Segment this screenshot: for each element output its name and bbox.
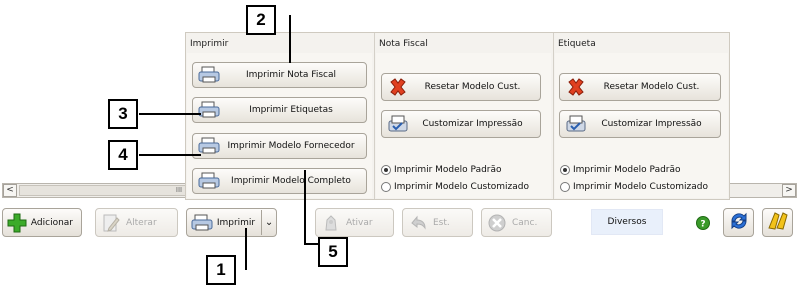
imprimir-nota-fiscal-label: Imprimir Nota Fiscal: [246, 70, 336, 80]
etiqueta-radio-padrao[interactable]: Imprimir Modelo Padrão: [560, 165, 681, 175]
customize-print-icon: [385, 113, 411, 135]
printer-icon: [196, 99, 222, 121]
undo-arrow-icon: [406, 212, 430, 234]
imprimir-modelo-completo-label: Imprimir Modelo Completo: [231, 176, 351, 186]
etiqueta-customizar-button[interactable]: Customizar Impressão: [559, 110, 721, 138]
estornar-button[interactable]: Est.: [402, 208, 473, 237]
radio-button[interactable]: [560, 182, 570, 192]
callout-3: 3: [108, 99, 138, 129]
callout-4: 4: [108, 140, 138, 170]
callout-5: 5: [318, 237, 348, 267]
cancelar-label: Canc.: [512, 217, 538, 228]
svg-text:?: ?: [700, 220, 705, 230]
nota-fiscal-radio-padrao[interactable]: Imprimir Modelo Padrão: [381, 165, 502, 175]
etiqueta-section: Etiqueta Resetar Modelo Cust. Customizar…: [554, 33, 729, 199]
etiqueta-radio-customizado[interactable]: Imprimir Modelo Customizado: [560, 182, 708, 192]
radio-button[interactable]: [381, 182, 391, 192]
imprimir-section-title: Imprimir: [190, 39, 229, 49]
nota-fiscal-customizar-button[interactable]: Customizar Impressão: [381, 110, 541, 138]
red-x-icon: [563, 76, 589, 98]
alterar-button[interactable]: Alterar: [95, 208, 178, 237]
callout-2: 2: [246, 5, 276, 35]
callout-5-line: [304, 170, 306, 245]
imprimir-etiquetas-label: Imprimir Etiquetas: [249, 105, 333, 115]
edit-document-icon: [99, 212, 123, 234]
radio-button-selected[interactable]: [381, 165, 391, 175]
etiqueta-resetar-label: Resetar Modelo Cust.: [603, 82, 700, 92]
refresh-button[interactable]: [723, 208, 754, 237]
adicionar-button[interactable]: Adicionar: [2, 208, 82, 237]
plus-icon: [6, 212, 28, 234]
ativar-button[interactable]: Ativar: [315, 208, 394, 237]
estornar-label: Est.: [433, 217, 450, 228]
scroll-left-arrow[interactable]: <: [3, 184, 17, 197]
alterar-label: Alterar: [126, 217, 157, 228]
nota-fiscal-customizar-label: Customizar Impressão: [422, 119, 523, 129]
diversos-tab[interactable]: Diversos: [591, 209, 663, 235]
printer-icon: [190, 212, 214, 234]
printer-icon: [196, 170, 222, 192]
print-dropdown-panel: Imprimir Imprimir Nota Fiscal Imprimir E…: [185, 32, 730, 200]
refresh-icon: [728, 210, 750, 235]
nota-fiscal-section-title: Nota Fiscal: [379, 39, 428, 49]
adicionar-label: Adicionar: [30, 217, 73, 228]
imprimir-modelo-fornecedor-label: Imprimir Modelo Fornecedor: [227, 141, 355, 151]
callout-4-line: [139, 154, 201, 156]
radio-button-selected[interactable]: [560, 165, 570, 175]
red-x-icon: [385, 76, 411, 98]
cancelar-button[interactable]: Canc.: [481, 208, 552, 237]
dropdown-arrow-icon[interactable]: ⌄: [262, 217, 276, 228]
imprimir-section: Imprimir Imprimir Nota Fiscal Imprimir E…: [186, 33, 373, 199]
printer-icon: [196, 64, 222, 86]
radio-padrao-label: Imprimir Modelo Padrão: [573, 165, 681, 175]
etiqueta-resetar-button[interactable]: Resetar Modelo Cust.: [559, 73, 721, 101]
nota-fiscal-resetar-button[interactable]: Resetar Modelo Cust.: [381, 73, 541, 101]
imprimir-modelo-fornecedor-button[interactable]: Imprimir Modelo Fornecedor: [192, 133, 367, 159]
customize-print-icon: [563, 113, 589, 135]
nota-fiscal-section: Nota Fiscal Resetar Modelo Cust. Customi…: [375, 33, 552, 199]
imprimir-label: Imprimir: [216, 217, 256, 228]
callout-3-line: [139, 113, 201, 115]
radio-customizado-label: Imprimir Modelo Customizado: [573, 182, 708, 192]
radio-padrao-label: Imprimir Modelo Padrão: [394, 165, 502, 175]
imprimir-etiquetas-button[interactable]: Imprimir Etiquetas: [192, 97, 367, 123]
imprimir-split-button[interactable]: Imprimir ⌄: [186, 208, 277, 237]
callout-1: 1: [206, 255, 236, 285]
radio-customizado-label: Imprimir Modelo Customizado: [394, 182, 529, 192]
imprimir-modelo-completo-button[interactable]: Imprimir Modelo Completo: [192, 168, 367, 194]
callout-2-line: [289, 15, 291, 63]
callout-1-line: [245, 228, 247, 270]
etiqueta-section-title: Etiqueta: [558, 39, 596, 49]
ativar-label: Ativar: [346, 217, 373, 228]
shortcuts-button[interactable]: [762, 208, 793, 237]
help-icon[interactable]: ?: [696, 216, 710, 230]
nota-fiscal-resetar-label: Resetar Modelo Cust.: [424, 82, 521, 92]
cancel-icon: [485, 212, 509, 234]
callout-5-line-h: [304, 243, 318, 245]
activate-icon: [319, 212, 343, 234]
etiqueta-customizar-label: Customizar Impressão: [601, 119, 702, 129]
imprimir-nota-fiscal-button[interactable]: Imprimir Nota Fiscal: [192, 62, 367, 88]
keys-icon: [766, 210, 790, 235]
nota-fiscal-radio-customizado[interactable]: Imprimir Modelo Customizado: [381, 182, 529, 192]
scroll-right-arrow[interactable]: >: [782, 184, 796, 197]
